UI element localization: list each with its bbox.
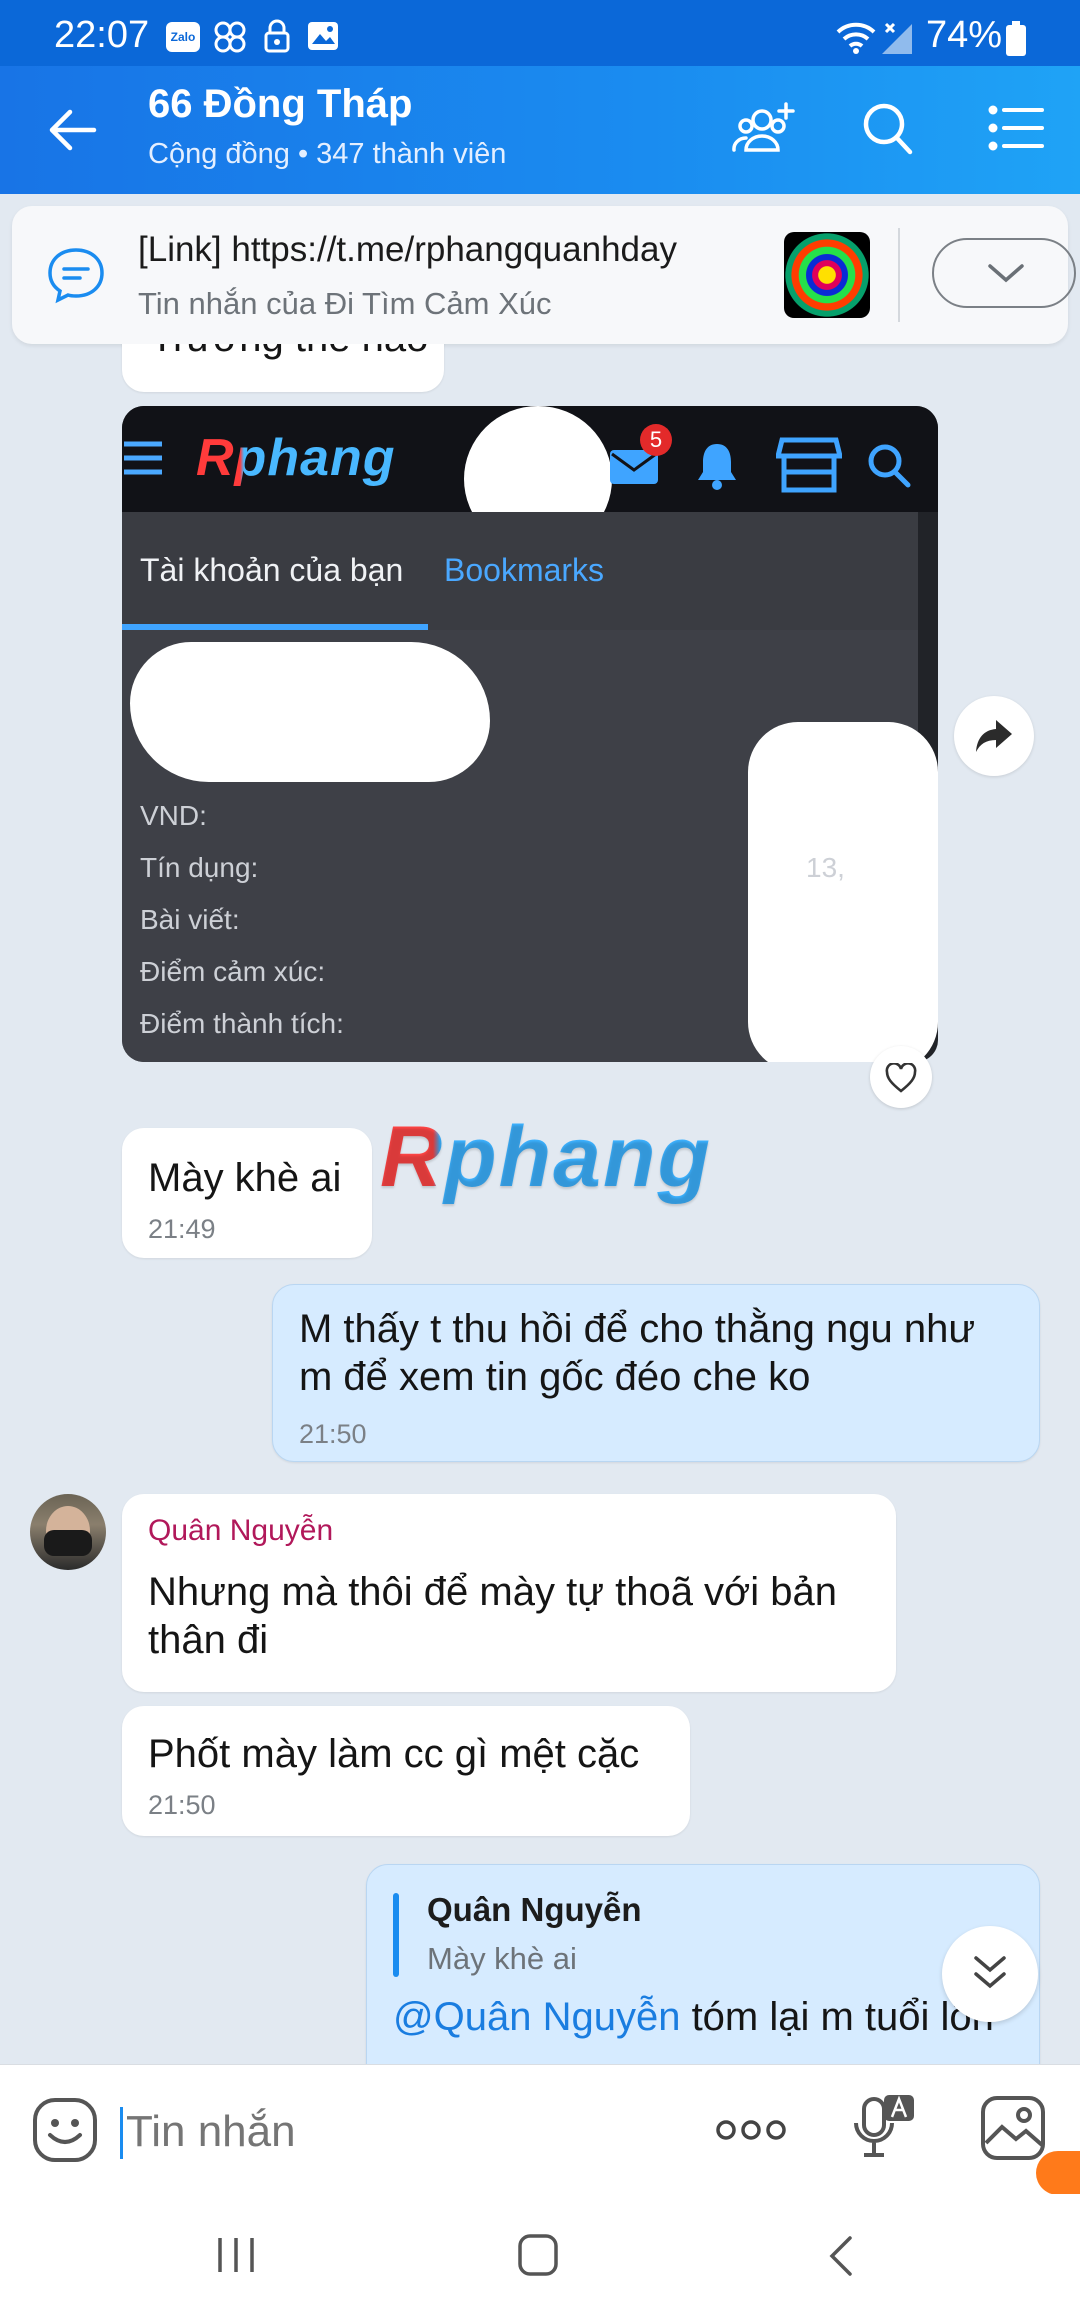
message-text: Mày khè ai xyxy=(148,1156,342,1200)
avatar-mask xyxy=(44,1530,92,1556)
scroll-to-bottom-button[interactable] xyxy=(942,1926,1038,2022)
pinned-message-bar[interactable]: [Link] https://t.me/rphangquanhday Tin n… xyxy=(12,206,1076,344)
shot-hamburger-icon xyxy=(124,441,162,475)
battery-level: 74% xyxy=(925,14,1002,56)
message-text: Trường thế nào xyxy=(150,344,428,362)
emoji-icon[interactable] xyxy=(32,2097,98,2163)
chevron-down-icon xyxy=(988,264,1024,283)
pinwheel-icon xyxy=(214,21,246,53)
home-icon[interactable] xyxy=(516,2232,560,2278)
message-input[interactable] xyxy=(124,2095,688,2169)
shot-topbar: Rphang 5 xyxy=(122,406,938,552)
pinned-sender-text: Tin nhắn của Đi Tìm Cảm Xúc xyxy=(138,286,552,321)
floating-bubble-icon[interactable] xyxy=(1036,2151,1080,2195)
pinned-thumbnail[interactable] xyxy=(784,232,870,318)
heart-icon xyxy=(885,1063,917,1093)
quote-sender: Quân Nguyễn xyxy=(427,1891,642,1928)
reply-text: @Quân Nguyễn tóm lại m tuổi lồn xyxy=(393,1993,994,2041)
back-arrow-icon[interactable] xyxy=(46,106,98,154)
mail-badge: 5 xyxy=(640,424,672,456)
message-bubble-icon xyxy=(48,248,104,304)
recent-apps-icon[interactable] xyxy=(214,2234,258,2276)
menu-list-icon[interactable] xyxy=(988,104,1046,152)
group-title[interactable]: 66 Đồng Tháp xyxy=(148,82,412,127)
back-nav-icon[interactable] xyxy=(826,2234,856,2278)
zalo-icon: Zalo xyxy=(166,22,200,52)
redaction-blob xyxy=(130,642,490,782)
reply-body: tóm lại m tuổi lồn xyxy=(680,1995,994,2039)
pinned-divider xyxy=(898,228,900,322)
gallery-icon[interactable] xyxy=(980,2095,1046,2161)
shot-row-reactions: Điểm cảm xúc: xyxy=(140,956,326,987)
message-bubble[interactable]: Quân Nguyễn Nhưng mà thôi để mày tự thoã… xyxy=(122,1494,896,1692)
zalo-badge-label: Zalo xyxy=(170,30,196,44)
message-bubble[interactable]: Phốt mày làm cc gì mệt cặc 21:50 xyxy=(122,1706,690,1836)
pinned-expand-button[interactable] xyxy=(932,238,1076,308)
shot-row-credit: Tín dụng: xyxy=(140,852,259,883)
double-chevron-down-icon xyxy=(974,1956,1006,1989)
shot-row-achievements: Điểm thành tích: xyxy=(140,1008,344,1039)
shot-tabs: Tài khoản của bạn Bookmarks xyxy=(122,512,918,630)
my-reply-bubble[interactable]: Quân Nguyễn Mày khè ai @Quân Nguyễn tóm … xyxy=(366,1864,1040,2064)
message-bubble-partial[interactable]: Trường thế nào xyxy=(122,344,444,392)
battery-icon xyxy=(1006,21,1026,56)
search-icon[interactable] xyxy=(862,102,914,156)
status-time: 22:07 xyxy=(54,14,150,56)
system-nav-bar xyxy=(0,2194,1080,2316)
bell-icon xyxy=(698,444,736,490)
quote-bar xyxy=(393,1893,399,1977)
group-subtitle[interactable]: Cộng đồng • 347 thành viên xyxy=(148,138,506,171)
wifi-icon xyxy=(836,22,876,54)
shot-search-icon xyxy=(868,444,911,488)
message-text: Phốt mày làm cc gì mệt cặc xyxy=(148,1732,640,1776)
reaction-heart-button[interactable] xyxy=(870,1046,932,1108)
shot-tab-account: Tài khoản của bạn xyxy=(140,552,404,588)
quote-text: Mày khè ai xyxy=(427,1941,577,1976)
text-cursor xyxy=(120,2107,123,2159)
shot-account-body: VND: Tín dụng: 13, Bài viết: Điểm cảm xú… xyxy=(122,630,938,1062)
voice-to-text-icon[interactable] xyxy=(852,2093,916,2169)
forward-button[interactable] xyxy=(954,696,1034,776)
signal-icon xyxy=(882,22,912,54)
sender-name[interactable]: Quân Nguyễn xyxy=(148,1514,333,1548)
message-time: 21:49 xyxy=(148,1214,216,1244)
shot-credit-value: 13, xyxy=(806,852,845,883)
mention-link[interactable]: @Quân Nguyễn xyxy=(393,1995,680,2039)
message-time: 21:50 xyxy=(299,1419,367,1449)
chat-message-list[interactable]: Trường thế nào Rphang 5 xyxy=(0,344,1080,2064)
message-text: M thấy t thu hồi để cho thằng ngu như m … xyxy=(299,1307,976,1399)
sticker-rphang[interactable]: Rphang xyxy=(380,1108,712,1207)
shot-row-vnd: VND: xyxy=(140,800,207,831)
store-icon xyxy=(776,437,842,493)
shot-logo: Rphang xyxy=(196,429,396,487)
status-bar: 22:07 Zalo 74% xyxy=(0,0,1080,66)
message-text: Nhưng mà thôi để mày tự thoã với bản thâ… xyxy=(148,1570,838,1662)
my-message-bubble[interactable]: M thấy t thu hồi để cho thằng ngu như m … xyxy=(272,1284,1040,1462)
message-bubble[interactable]: Mày khè ai 21:49 xyxy=(122,1128,372,1258)
message-input-bar xyxy=(0,2064,1080,2195)
pinned-link-text[interactable]: [Link] https://t.me/rphangquanhday xyxy=(138,230,677,270)
message-time: 21:50 xyxy=(148,1790,216,1820)
share-arrow-icon xyxy=(976,720,1012,752)
shot-tab-bookmarks: Bookmarks xyxy=(444,552,605,588)
more-options-icon[interactable] xyxy=(714,2117,788,2143)
chat-header: 66 Đồng Tháp Cộng đồng • 347 thành viên xyxy=(0,66,1080,194)
lock-icon xyxy=(264,19,290,53)
shot-row-posts: Bài viết: xyxy=(140,904,240,935)
image-message[interactable]: Rphang 5 Tài khoản của bạn Bookmarks VND… xyxy=(122,406,938,1062)
avatar[interactable] xyxy=(30,1494,106,1570)
redaction-blob xyxy=(748,722,938,1062)
add-member-icon[interactable] xyxy=(732,96,798,160)
image-notification-icon xyxy=(308,22,338,50)
